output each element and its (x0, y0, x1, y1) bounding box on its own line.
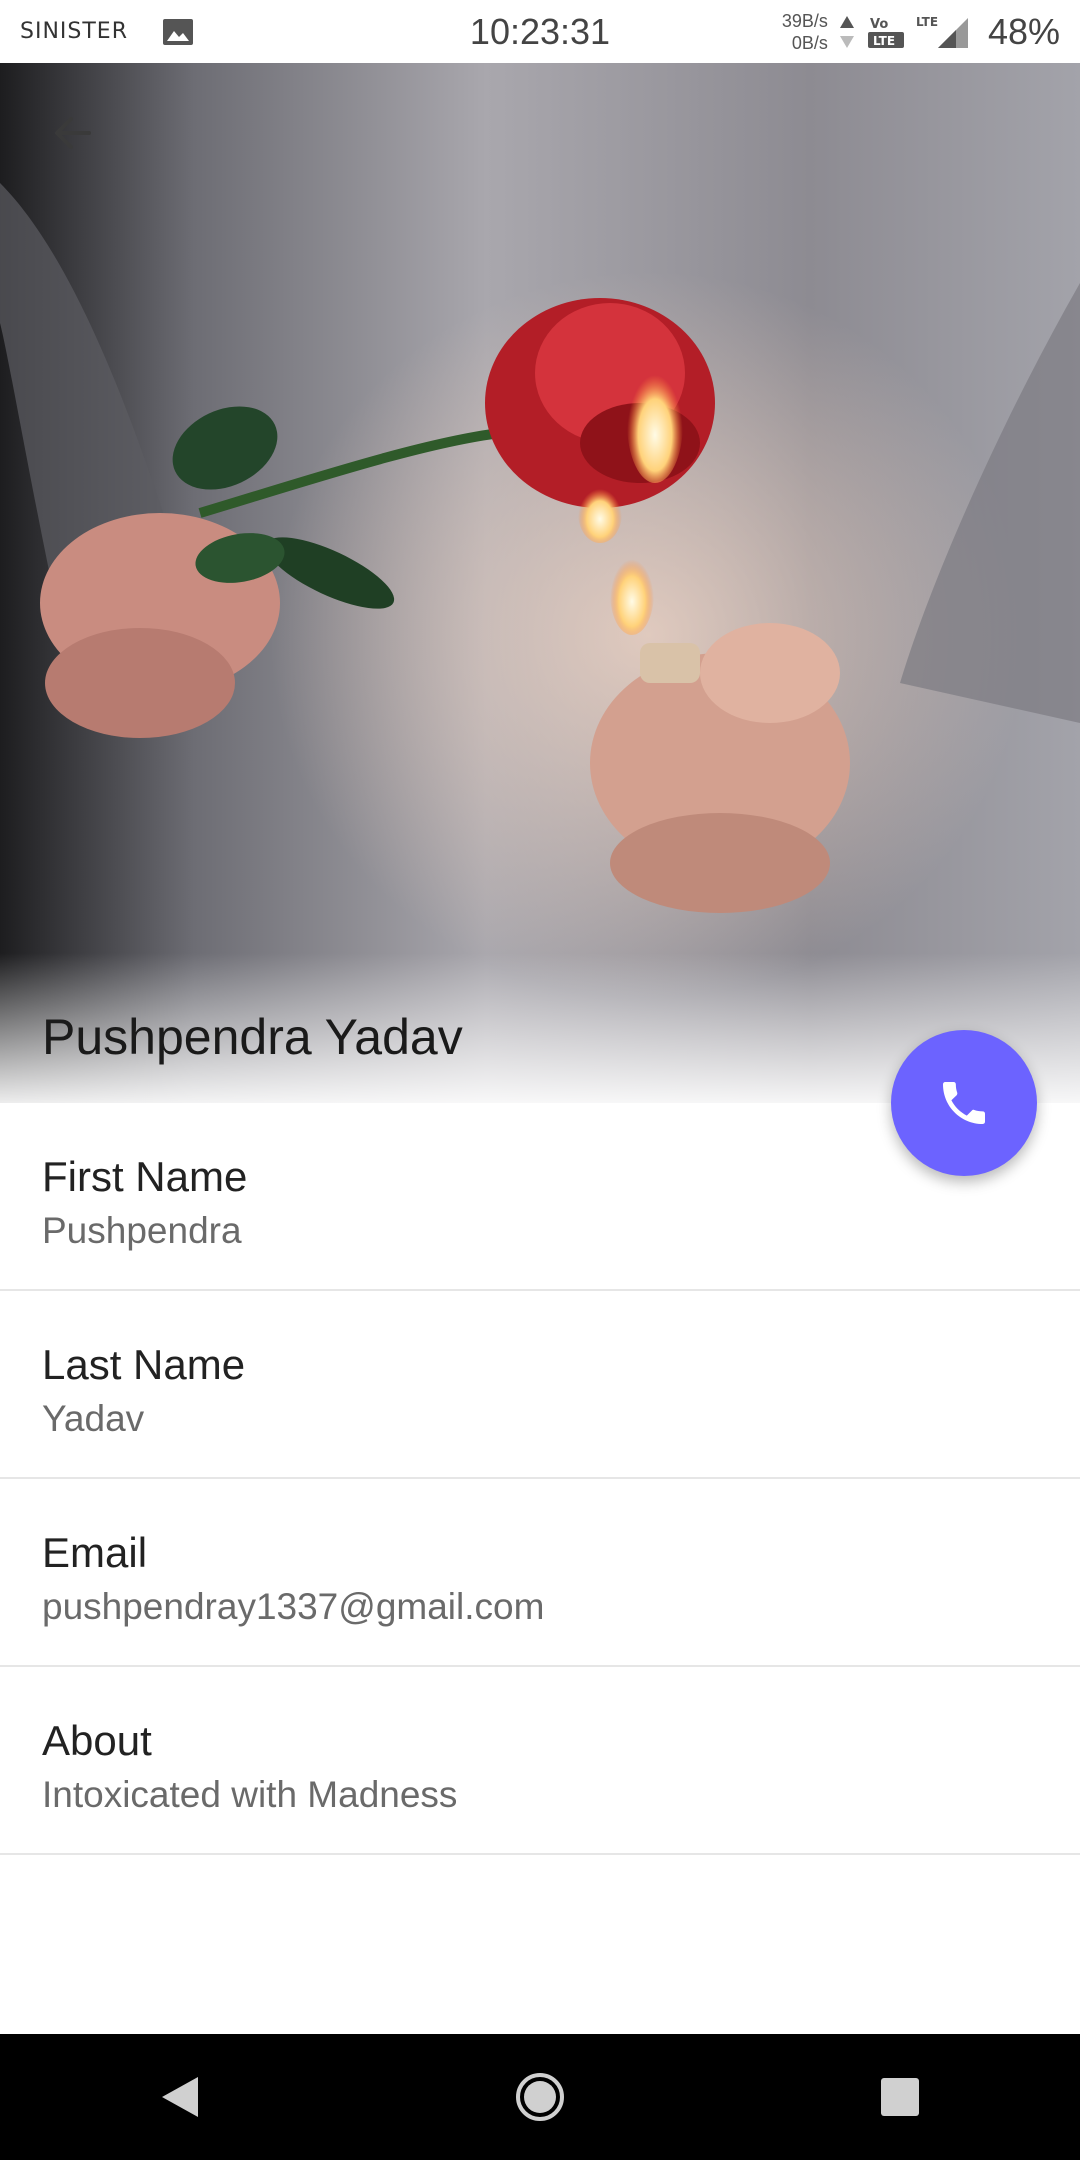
svg-text:LTE: LTE (873, 34, 895, 48)
nav-back-button[interactable] (140, 2057, 220, 2137)
download-speed: 0B/s (791, 32, 828, 53)
profile-photo (0, 63, 1080, 1103)
lte-signal-icon: LTE (916, 15, 968, 48)
about-label: About (42, 1717, 152, 1764)
data-arrows-icon (839, 15, 854, 48)
last-name-value: Yadav (42, 1398, 145, 1439)
home-circle-icon (516, 2073, 564, 2121)
last-name-item: Last Name Yadav (0, 1291, 1080, 1479)
upload-speed: 39B/s (781, 10, 828, 31)
email-item: Email pushpendray1337@gmail.com (0, 1479, 1080, 1667)
email-label: Email (42, 1529, 148, 1576)
carrier-label: SINISTER (20, 19, 128, 44)
profile-name: Pushpendra Yadav (42, 1009, 463, 1065)
first-name-item: First Name Pushpendra (0, 1103, 1080, 1291)
svg-text:Vo: Vo (870, 17, 888, 32)
last-name-label: Last Name (42, 1341, 246, 1388)
system-nav-bar (0, 2034, 1080, 2160)
status-bar: SINISTER 39B/s 0B/s Vo LTE LTE 48% 10:23… (0, 0, 1080, 63)
image-icon (163, 18, 193, 45)
back-button[interactable] (38, 98, 108, 168)
profile-details-list: First Name Pushpendra Last Name Yadav Em… (0, 1103, 1080, 1855)
nav-recents-button[interactable] (860, 2057, 940, 2137)
network-speed: 39B/s 0B/s (782, 10, 828, 54)
back-triangle-icon (162, 2077, 198, 2117)
profile-header (0, 63, 1080, 1103)
first-name-label: First Name (42, 1153, 248, 1200)
about-item: About Intoxicated with Madness (0, 1667, 1080, 1855)
svg-text:LTE: LTE (916, 15, 938, 29)
about-value: Intoxicated with Madness (42, 1774, 458, 1815)
first-name-value: Pushpendra (42, 1210, 242, 1251)
nav-home-button[interactable] (500, 2057, 580, 2137)
recents-square-icon (881, 2078, 919, 2116)
email-value: pushpendray1337@gmail.com (42, 1586, 545, 1627)
battery-level: 48% (987, 10, 1060, 52)
arrow-left-icon (55, 117, 91, 149)
volte-icon: Vo LTE (867, 17, 904, 48)
